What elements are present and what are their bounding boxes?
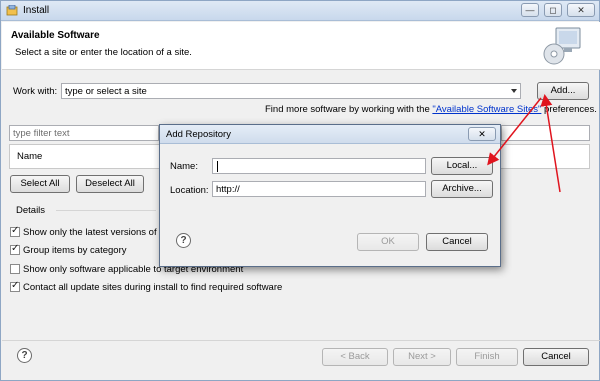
name-field[interactable]: [212, 158, 426, 174]
next-button[interactable]: Next >: [393, 348, 451, 366]
check-icon: ✓: [11, 280, 20, 291]
group-by-category-label: Group items by category: [23, 245, 127, 256]
work-with-combo[interactable]: type or select a site: [61, 83, 521, 99]
add-repository-dialog: Add Repository ✕ Name: Local... Location…: [159, 124, 501, 267]
archive-button[interactable]: Archive...: [431, 180, 493, 198]
filter-input-right[interactable]: [501, 125, 590, 141]
filter-placeholder: type filter text: [13, 128, 70, 139]
location-value: http://: [216, 184, 240, 195]
dialog-title: Add Repository: [166, 129, 231, 140]
contact-sites-checkbox[interactable]: ✓: [10, 280, 20, 292]
find-more-suffix: preferences.: [541, 104, 597, 115]
add-button[interactable]: Add...: [537, 82, 589, 100]
details-divider: [56, 210, 156, 211]
latest-versions-checkbox[interactable]: ✓: [10, 225, 20, 237]
column-header-name[interactable]: Name: [17, 151, 42, 162]
cancel-button[interactable]: Cancel: [523, 348, 589, 366]
dialog-help-icon[interactable]: ?: [176, 233, 191, 248]
available-sites-link[interactable]: "Available Software Sites": [432, 104, 541, 115]
find-more-text: Find more software by working with the "…: [265, 104, 597, 115]
page-title: Available Software: [11, 30, 100, 41]
maximize-button[interactable]: ◻: [544, 3, 562, 17]
close-button[interactable]: ✕: [567, 3, 595, 17]
help-icon[interactable]: ?: [17, 348, 32, 363]
dialog-cancel-button[interactable]: Cancel: [426, 233, 488, 251]
finish-button[interactable]: Finish: [456, 348, 518, 366]
install-cd-icon: [543, 27, 581, 65]
location-field[interactable]: http://: [212, 181, 426, 197]
title-bar: Install — ◻ ✕: [1, 1, 599, 21]
work-with-label: Work with:: [13, 86, 58, 97]
window-title: Install: [23, 5, 50, 16]
details-label: Details: [16, 205, 46, 216]
text-caret: [217, 161, 218, 172]
work-with-value: type or select a site: [65, 86, 147, 97]
wizard-header: Available Software Select a site or ente…: [2, 22, 600, 70]
dialog-title-bar: Add Repository ✕: [160, 125, 500, 144]
install-window: Install — ◻ ✕ Available Software Select …: [0, 0, 600, 381]
dialog-close-button[interactable]: ✕: [468, 127, 496, 141]
page-subtitle: Select a site or enter the location of a…: [15, 47, 192, 58]
location-label: Location:: [170, 185, 209, 196]
find-more-prefix: Find more software by working with the: [265, 104, 433, 115]
group-by-category-checkbox[interactable]: ✓: [10, 243, 20, 255]
check-icon: ✓: [11, 225, 20, 236]
contact-sites-label: Contact all update sites during install …: [23, 282, 283, 293]
check-icon: ✓: [11, 243, 20, 254]
back-button[interactable]: < Back: [322, 348, 388, 366]
filter-input[interactable]: type filter text: [9, 125, 159, 141]
chevron-down-icon[interactable]: [511, 89, 517, 93]
footer-divider: [2, 340, 600, 341]
app-icon: [6, 5, 18, 16]
name-label: Name:: [170, 161, 198, 172]
minimize-button[interactable]: —: [521, 3, 539, 17]
select-all-button[interactable]: Select All: [10, 175, 70, 193]
deselect-all-button[interactable]: Deselect All: [76, 175, 144, 193]
ok-button[interactable]: OK: [357, 233, 419, 251]
local-button[interactable]: Local...: [431, 157, 493, 175]
latest-versions-label: Show only the latest versions of av: [23, 227, 170, 238]
target-environment-checkbox[interactable]: [10, 264, 20, 274]
